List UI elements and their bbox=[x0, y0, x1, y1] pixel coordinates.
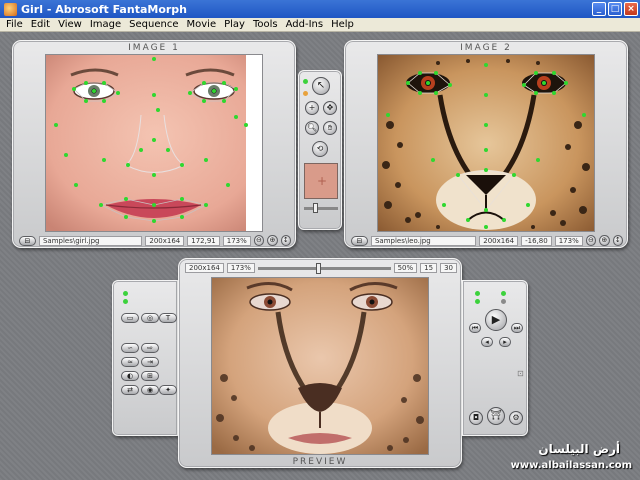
last-frame-button[interactable]: ⏭ bbox=[511, 323, 523, 333]
image1-zoom-in-icon[interactable]: ⊕ bbox=[267, 235, 278, 246]
hand-tool-icon[interactable]: ✋︎ bbox=[323, 121, 337, 135]
menu-image[interactable]: Image bbox=[86, 19, 125, 30]
tool-strip: ↖ + ✥ 🔍︎ ✋︎ ⟲ + bbox=[298, 70, 342, 230]
tool-indicator-1 bbox=[303, 79, 308, 84]
image1-coords: 172,91 bbox=[187, 235, 220, 246]
menu-help[interactable]: Help bbox=[327, 19, 358, 30]
image2-path: Samples\leo.jpg bbox=[370, 235, 477, 246]
preview-viewport[interactable] bbox=[211, 277, 429, 455]
play-indicator-2 bbox=[501, 291, 506, 296]
reverse-tool-button[interactable]: ⇄ bbox=[121, 385, 139, 395]
menu-tools[interactable]: Tools bbox=[249, 19, 282, 30]
arrow-tool-button[interactable]: ⇨ bbox=[141, 343, 159, 353]
minimize-button[interactable]: _ bbox=[592, 2, 606, 16]
export-movie-icon[interactable]: ⛩ bbox=[487, 407, 505, 425]
pointer-tool-icon[interactable]: ↖ bbox=[312, 77, 330, 95]
app-icon bbox=[4, 2, 17, 16]
menu-add-ins[interactable]: Add-Ins bbox=[282, 19, 327, 30]
morph-slider-track[interactable] bbox=[257, 262, 391, 274]
morph-preview-image bbox=[212, 278, 428, 454]
preview-frame[interactable]: 15 bbox=[420, 263, 438, 273]
image2-coords: -16,80 bbox=[521, 235, 552, 246]
image1-path: Samples\girl.jpg bbox=[38, 235, 143, 246]
merge-tool-button[interactable]: ⊞ bbox=[141, 371, 159, 381]
leopard-face-image bbox=[378, 55, 594, 231]
preview-title: PREVIEW bbox=[292, 457, 348, 467]
shift-tool-button[interactable]: ⇥ bbox=[141, 357, 159, 367]
camera-icon[interactable]: ◘ bbox=[469, 411, 483, 425]
image1-zoom-out-icon[interactable]: ⊖ bbox=[253, 235, 265, 246]
morph-tools-panel: ▭ ◎ T ∽ ⇨ ≈ ⇥ ◐ ⊞ ⇄ ◉ ✦ bbox=[112, 280, 178, 436]
curve-tool-button[interactable]: ∽ bbox=[121, 343, 139, 353]
add-point-icon[interactable]: + bbox=[305, 101, 319, 115]
image2-title: IMAGE 2 bbox=[460, 43, 512, 53]
maximize-button[interactable]: □ bbox=[608, 2, 622, 16]
zoom-tool-icon[interactable]: 🔍︎ bbox=[305, 121, 319, 135]
blend-tool-button[interactable]: ◐ bbox=[121, 371, 139, 381]
play-button[interactable]: ▶ bbox=[485, 309, 507, 331]
image2-zoom-out-icon[interactable]: ⊖ bbox=[585, 235, 597, 246]
preview-toolbar: 200x164 173% 50% 15 30 bbox=[185, 262, 457, 274]
opacity-slider-track[interactable] bbox=[304, 207, 338, 210]
morph-slider-thumb[interactable] bbox=[315, 262, 321, 274]
image2-open-button[interactable]: ⊟ bbox=[351, 235, 368, 246]
tool-indicator-2 bbox=[303, 91, 308, 96]
image2-zoom-fit-icon[interactable]: ↕ bbox=[612, 235, 623, 246]
rotate-tool-icon[interactable]: ⟲ bbox=[312, 141, 328, 157]
menu-view[interactable]: View bbox=[54, 19, 86, 30]
menu-play[interactable]: Play bbox=[220, 19, 249, 30]
loop-icon[interactable]: ⊡ bbox=[517, 369, 524, 378]
play-indicator-1 bbox=[475, 291, 480, 296]
image1-statusbar: ⊟ Samples\girl.jpg 200x164 172,91 173% ⊖… bbox=[19, 235, 292, 246]
image1-viewport[interactable] bbox=[45, 54, 263, 232]
image2-zoom-in-icon[interactable]: ⊕ bbox=[599, 235, 610, 246]
menu-bar: File Edit View Image Sequence Movie Play… bbox=[0, 18, 640, 32]
morph-tool-b-button[interactable]: ◎ bbox=[141, 313, 159, 323]
image1-panel: IMAGE 1 ⊟ Samples\girl.jpg 200x164 172,9… bbox=[12, 40, 296, 248]
close-button[interactable]: × bbox=[624, 2, 638, 16]
crosshair-icon: + bbox=[317, 174, 328, 188]
play-indicator-4 bbox=[501, 299, 506, 304]
title-bar: Girl - Abrosoft FantaMorph _ □ × bbox=[0, 0, 640, 18]
first-frame-button[interactable]: ⏮ bbox=[469, 323, 481, 333]
fx-tool-button[interactable]: ✦ bbox=[159, 385, 177, 395]
wave-tool-button[interactable]: ≈ bbox=[121, 357, 139, 367]
image1-size: 200x164 bbox=[145, 235, 185, 246]
playback-panel: ⏮ ▶ ⏭ ◂ ▸ ⊡ ◘ ⛩ ⚙ bbox=[462, 280, 528, 436]
move-point-icon[interactable]: ✥ bbox=[323, 101, 337, 115]
menu-file[interactable]: File bbox=[2, 19, 27, 30]
settings-icon[interactable]: ⚙ bbox=[509, 411, 523, 425]
image1-zoom-fit-icon[interactable]: ↕ bbox=[280, 235, 292, 246]
opacity-slider-thumb[interactable] bbox=[313, 203, 318, 213]
watermark-arabic: أرض البيلسان bbox=[538, 442, 620, 456]
preview-total-frames: 30 bbox=[440, 263, 457, 273]
status-indicator-2 bbox=[123, 299, 128, 304]
image2-panel: IMAGE 2 ⊟ Samples\leo.jpg 200x164 -16,80… bbox=[344, 40, 628, 248]
menu-edit[interactable]: Edit bbox=[27, 19, 54, 30]
image2-zoom[interactable]: 173% bbox=[554, 235, 583, 246]
preview-zoom[interactable]: 173% bbox=[226, 263, 255, 273]
preview-panel: 200x164 173% 50% 15 30 PREVIEW bbox=[178, 258, 462, 468]
next-frame-button[interactable]: ▸ bbox=[499, 337, 511, 347]
image2-viewport[interactable] bbox=[377, 54, 595, 232]
prev-frame-button[interactable]: ◂ bbox=[481, 337, 493, 347]
eye-tool-button[interactable]: ◉ bbox=[141, 385, 159, 395]
morph-tool-text-button[interactable]: T bbox=[159, 313, 177, 323]
image1-zoom[interactable]: 173% bbox=[222, 235, 251, 246]
color-swatch[interactable]: + bbox=[304, 163, 338, 199]
morph-tool-a-button[interactable]: ▭ bbox=[121, 313, 139, 323]
image1-open-button[interactable]: ⊟ bbox=[19, 235, 36, 246]
watermark-url: www.albailassan.com bbox=[510, 460, 632, 471]
status-indicator-1 bbox=[123, 291, 128, 296]
image2-size: 200x164 bbox=[479, 235, 519, 246]
preview-percent: 50% bbox=[393, 263, 418, 273]
image1-title: IMAGE 1 bbox=[128, 43, 180, 53]
girl-face-image bbox=[46, 55, 262, 231]
play-indicator-3 bbox=[475, 299, 480, 304]
menu-movie[interactable]: Movie bbox=[183, 19, 221, 30]
preview-size: 200x164 bbox=[185, 263, 224, 273]
window-title: Girl - Abrosoft FantaMorph bbox=[21, 2, 188, 16]
menu-sequence[interactable]: Sequence bbox=[125, 19, 182, 30]
image2-statusbar: ⊟ Samples\leo.jpg 200x164 -16,80 173% ⊖ … bbox=[351, 235, 623, 246]
